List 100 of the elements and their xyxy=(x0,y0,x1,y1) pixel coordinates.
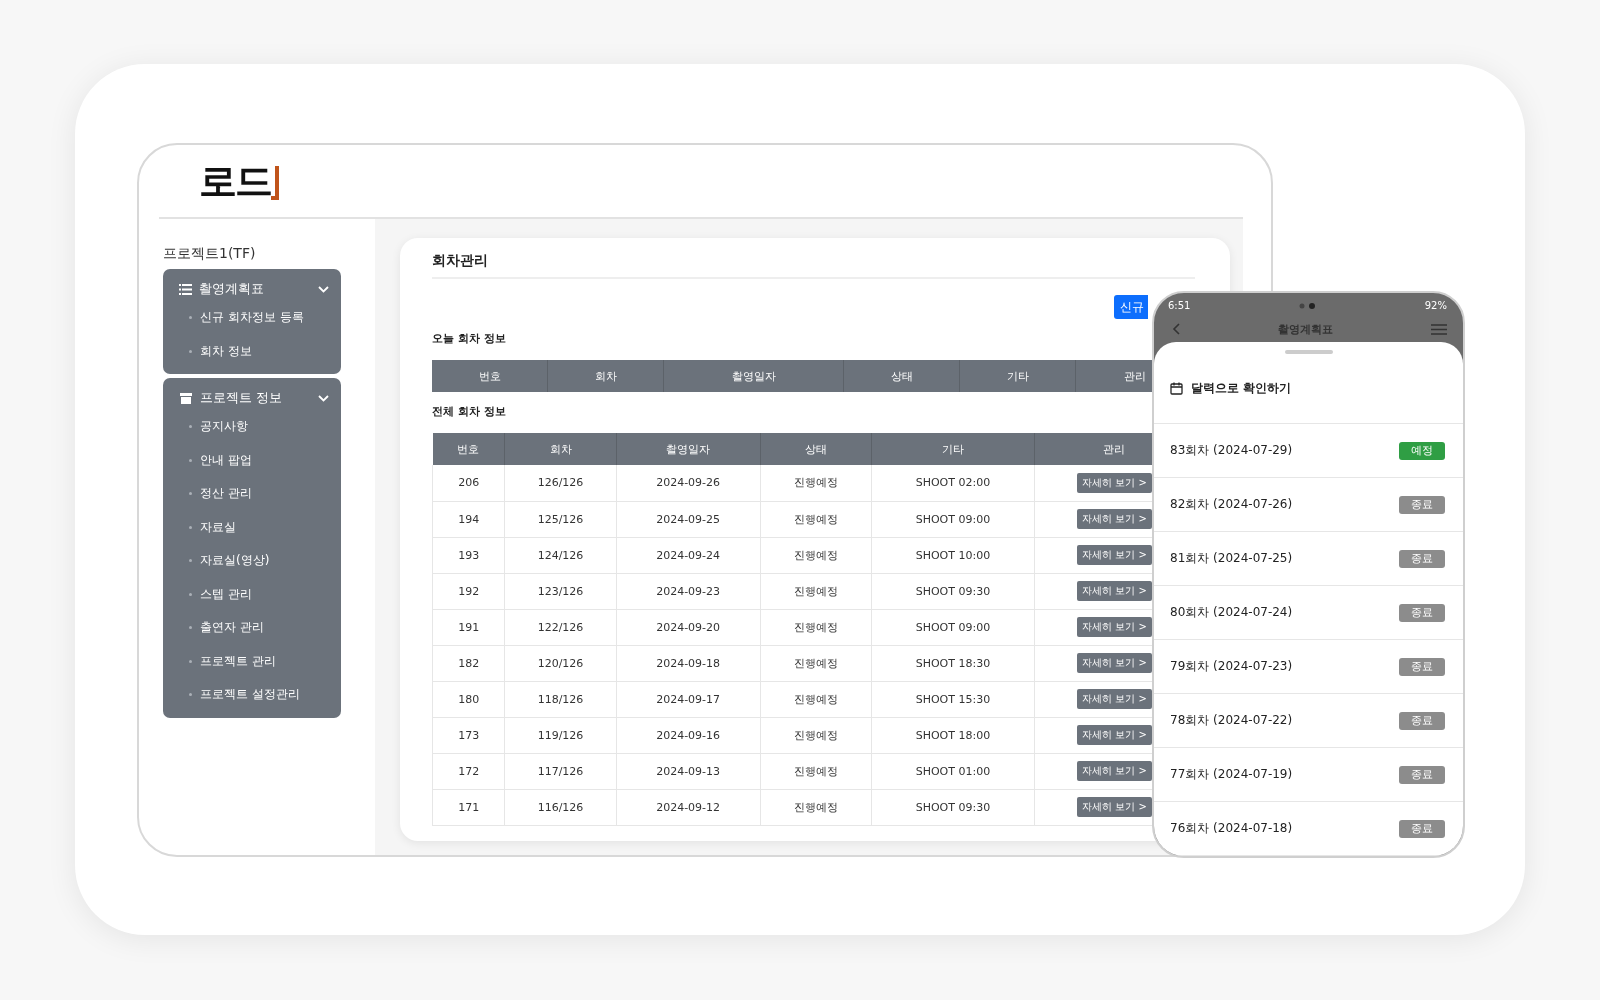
round-item[interactable]: 81회차 (2024-07-25) xyxy=(1170,550,1293,567)
bullet-icon xyxy=(189,592,192,596)
sidebar-item[interactable]: 정산 관리 xyxy=(200,485,252,503)
sidebar-item[interactable]: 출연자 관리 xyxy=(200,619,264,637)
phone-title: 촬영계획표 xyxy=(1278,321,1333,337)
table-cell: 진행예정 xyxy=(760,573,872,609)
status-tag: 종료 xyxy=(1399,819,1445,838)
status-tag: 종료 xyxy=(1399,603,1445,622)
status-tag: 종료 xyxy=(1399,549,1445,568)
table-cell: 2024-09-24 xyxy=(616,537,761,573)
table-cell: 진행예정 xyxy=(760,645,872,681)
menu-icon[interactable] xyxy=(1431,323,1447,335)
logo-bracket-icon xyxy=(271,166,279,200)
detail-button[interactable]: 자세히 보기 > xyxy=(1077,689,1152,709)
sidebar-item[interactable]: 프로젝트 관리 xyxy=(200,652,276,670)
table-cell: 171 xyxy=(432,789,505,825)
round-item[interactable]: 79회차 (2024-07-23) xyxy=(1170,658,1293,675)
detail-button[interactable]: 자세히 보기 > xyxy=(1077,581,1152,601)
column-header: 회차 xyxy=(547,360,664,392)
table-cell: 119/126 xyxy=(504,717,617,753)
table-cell: 122/126 xyxy=(504,609,617,645)
table-cell: 123/126 xyxy=(504,573,617,609)
sidebar-item[interactable]: 프로젝트 설정관리 xyxy=(200,686,300,704)
table-cell: SHOOT 15:30 xyxy=(871,681,1035,717)
sidebar-item[interactable]: 공지사항 xyxy=(200,418,248,436)
new-round-button[interactable]: 신규 xyxy=(1114,295,1148,319)
table-cell: 118/126 xyxy=(504,681,617,717)
table-cell: 180 xyxy=(432,681,505,717)
table-cell: SHOOT 09:00 xyxy=(871,501,1035,537)
table-cell: SHOOT 18:30 xyxy=(871,645,1035,681)
column-header: 촬영일자 xyxy=(616,433,761,465)
column-header: 촬영일자 xyxy=(663,360,844,392)
table-cell: 172 xyxy=(432,753,505,789)
chevron-icon[interactable] xyxy=(318,394,329,402)
detail-button[interactable]: 자세히 보기 > xyxy=(1077,761,1152,781)
table-cell: 117/126 xyxy=(504,753,617,789)
battery-level: 92% xyxy=(1424,300,1447,312)
table-cell: 진행예정 xyxy=(760,501,872,537)
table-cell: SHOOT 01:00 xyxy=(871,753,1035,789)
sidebar-item[interactable]: 스텝 관리 xyxy=(200,585,252,603)
table-cell: 193 xyxy=(432,537,505,573)
table-cell: 191 xyxy=(432,609,505,645)
round-item[interactable]: 80회차 (2024-07-24) xyxy=(1170,604,1293,621)
back-icon[interactable] xyxy=(1172,323,1180,336)
table-cell: 2024-09-16 xyxy=(616,717,761,753)
detail-button[interactable]: 자세히 보기 > xyxy=(1077,797,1152,817)
table-cell: 진행예정 xyxy=(760,753,872,789)
table-cell: 2024-09-25 xyxy=(616,501,761,537)
table-cell: 206 xyxy=(432,465,505,501)
detail-button[interactable]: 자세히 보기 > xyxy=(1077,545,1152,565)
table-cell: SHOOT 09:30 xyxy=(871,573,1035,609)
bullet-icon xyxy=(189,425,192,429)
table-cell: 2024-09-18 xyxy=(616,645,761,681)
sidebar-group-title[interactable]: 프로젝트 정보 xyxy=(200,389,311,407)
table-cell: 2024-09-17 xyxy=(616,681,761,717)
detail-button[interactable]: 자세히 보기 > xyxy=(1077,472,1152,493)
table-cell: 2024-09-12 xyxy=(616,789,761,825)
sidebar-group-title[interactable]: 촬영계획표 xyxy=(199,280,311,298)
table-cell: SHOOT 09:00 xyxy=(871,609,1035,645)
table-cell: 진행예정 xyxy=(760,681,872,717)
column-header: 번호 xyxy=(432,360,548,392)
section-heading: 오늘 회차 정보 xyxy=(432,331,507,346)
round-item[interactable]: 77회차 (2024-07-19) xyxy=(1170,766,1293,783)
bullet-icon xyxy=(189,659,192,663)
bullet-icon xyxy=(189,492,192,496)
table-cell: 120/126 xyxy=(504,645,617,681)
sidebar-item[interactable]: 회차 정보 xyxy=(200,342,252,360)
column-header: 회차 xyxy=(504,433,617,465)
table-cell: 진행예정 xyxy=(760,537,872,573)
bullet-icon xyxy=(189,458,192,462)
logo: 로드 xyxy=(199,162,271,200)
round-item[interactable]: 82회차 (2024-07-26) xyxy=(1170,496,1293,513)
table-cell: 진행예정 xyxy=(760,717,872,753)
column-header: 기타 xyxy=(959,360,1076,392)
table-cell: 173 xyxy=(432,717,505,753)
detail-button[interactable]: 자세히 보기 > xyxy=(1077,509,1152,529)
chevron-icon[interactable] xyxy=(318,285,329,293)
detail-button[interactable]: 자세히 보기 > xyxy=(1077,617,1152,637)
box-icon xyxy=(179,392,193,404)
sidebar-item[interactable]: 자료실(영상) xyxy=(200,552,270,570)
status-time: 6:51 xyxy=(1168,300,1191,312)
sidebar-item[interactable]: 자료실 xyxy=(200,518,236,536)
column-header: 상태 xyxy=(760,433,872,465)
table-cell: 125/126 xyxy=(504,501,617,537)
sidebar-item[interactable]: 신규 회차정보 등록 xyxy=(200,309,304,327)
round-item[interactable]: 76회차 (2024-07-18) xyxy=(1170,820,1293,837)
table-cell: 2024-09-26 xyxy=(616,465,761,501)
status-tag: 종료 xyxy=(1399,765,1445,784)
status-tag: 종료 xyxy=(1399,495,1445,514)
table-cell: SHOOT 02:00 xyxy=(871,465,1035,501)
table-cell: 2024-09-13 xyxy=(616,753,761,789)
column-header: 번호 xyxy=(432,433,505,465)
round-item[interactable]: 78회차 (2024-07-22) xyxy=(1170,712,1293,729)
list-icon xyxy=(179,283,192,295)
sidebar-item[interactable]: 안내 팝업 xyxy=(200,451,252,469)
detail-button[interactable]: 자세히 보기 > xyxy=(1077,725,1152,745)
table-cell: 진행예정 xyxy=(760,789,872,825)
sheet-handle[interactable] xyxy=(1284,350,1333,354)
detail-button[interactable]: 자세히 보기 > xyxy=(1077,653,1152,673)
section-heading: 전체 회차 정보 xyxy=(432,404,507,419)
